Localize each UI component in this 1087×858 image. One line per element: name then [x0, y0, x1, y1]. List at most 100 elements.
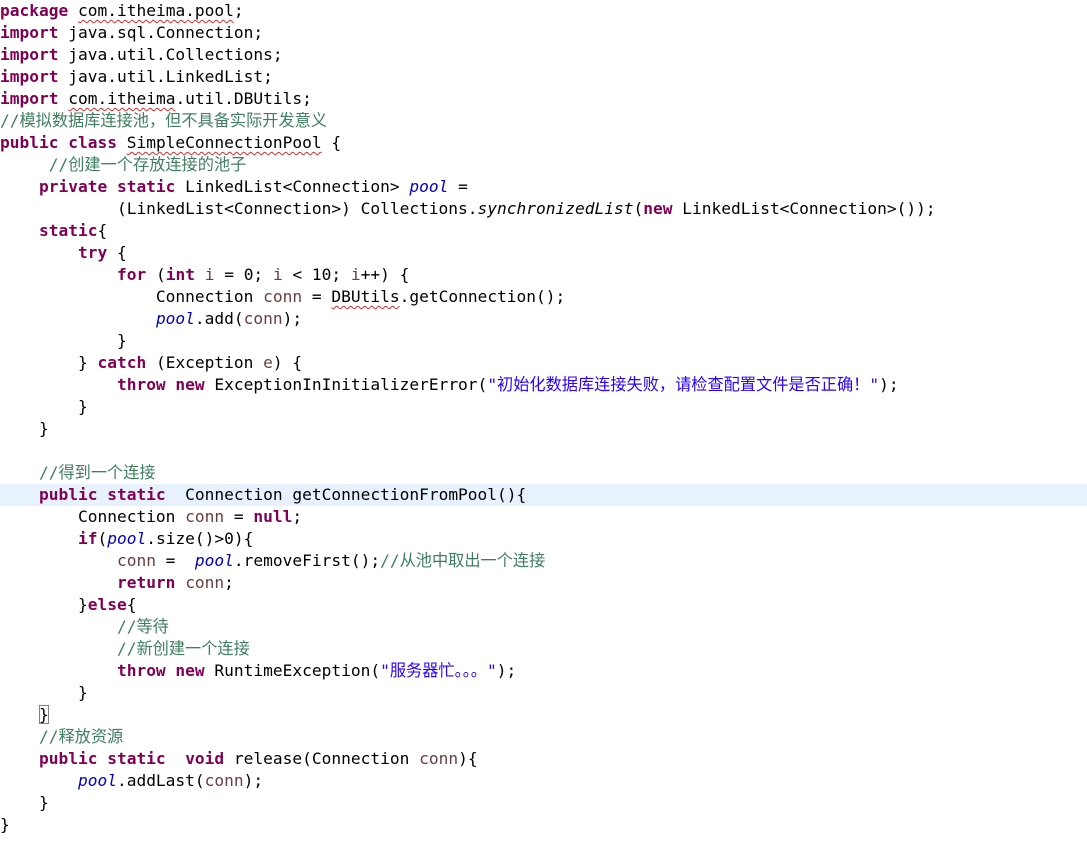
- code-line[interactable]: Connection conn = null;: [0, 506, 1087, 528]
- variable-token: conn: [204, 771, 244, 790]
- variable-token: conn: [419, 749, 459, 768]
- code-line[interactable]: }: [0, 792, 1087, 814]
- keyword-token: throw new: [116, 661, 205, 680]
- code-line[interactable]: //创建一个存放连接的池子: [0, 154, 1087, 176]
- code-text: ExceptionInInitializerError(: [204, 375, 488, 394]
- code-line[interactable]: } catch (Exception e) {: [0, 352, 1087, 374]
- field-token: pool: [77, 771, 117, 790]
- field-token: pool: [194, 551, 234, 570]
- code-text: < 10;: [282, 265, 351, 284]
- variable-token: conn: [116, 551, 156, 570]
- code-line[interactable]: //释放资源: [0, 726, 1087, 748]
- error-underlined-token: com.itheima.pool: [77, 1, 234, 20]
- code-text: }: [0, 397, 88, 416]
- code-line[interactable]: }: [0, 682, 1087, 704]
- code-text: Connection: [0, 287, 264, 306]
- code-line[interactable]: throw new ExceptionInInitializerError("初…: [0, 374, 1087, 396]
- code-text: {: [321, 133, 342, 152]
- code-line[interactable]: //等待: [0, 616, 1087, 638]
- code-line[interactable]: pool.addLast(conn);: [0, 770, 1087, 792]
- code-text: ;: [292, 507, 303, 526]
- code-line[interactable]: conn = pool.removeFirst();//从池中取出一个连接: [0, 550, 1087, 572]
- code-line[interactable]: }: [0, 814, 1087, 836]
- code-line[interactable]: import java.util.LinkedList;: [0, 66, 1087, 88]
- code-line[interactable]: static{: [0, 220, 1087, 242]
- keyword-token: void: [185, 749, 225, 768]
- code-line[interactable]: throw new RuntimeException("服务器忙。。。");: [0, 660, 1087, 682]
- code-text: ;: [233, 1, 244, 20]
- keyword-token: static: [38, 221, 98, 240]
- code-line[interactable]: }else{: [0, 594, 1087, 616]
- code-line[interactable]: //得到一个连接: [0, 462, 1087, 484]
- code-text: }: [0, 595, 88, 614]
- code-text: ){: [458, 749, 478, 768]
- variable-token: i: [350, 265, 361, 284]
- code-text: (: [97, 529, 108, 548]
- code-text: java.util.LinkedList;: [58, 67, 273, 86]
- code-line[interactable]: [0, 440, 1087, 462]
- code-line-current[interactable]: public static Connection getConnectionFr…: [0, 484, 1087, 506]
- code-line[interactable]: pool.add(conn);: [0, 308, 1087, 330]
- variable-token: i: [204, 265, 215, 284]
- keyword-token: import: [0, 23, 59, 42]
- code-line[interactable]: import java.sql.Connection;: [0, 22, 1087, 44]
- field-token: pool: [107, 529, 147, 548]
- code-text: java.sql.Connection;: [58, 23, 264, 42]
- code-text: Connection: [0, 507, 186, 526]
- code-text: (: [633, 199, 644, 218]
- code-line[interactable]: import com.itheima.util.DBUtils;: [0, 88, 1087, 110]
- variable-token: conn: [243, 309, 283, 328]
- keyword-token: if: [77, 529, 98, 548]
- comment-token: //创建一个存放连接的池子: [48, 155, 247, 174]
- code-text: =: [224, 507, 254, 526]
- code-line[interactable]: (LinkedList<Connection>) Collections.syn…: [0, 198, 1087, 220]
- code-text: {: [126, 595, 137, 614]
- code-text: ) {: [272, 353, 303, 372]
- code-line[interactable]: return conn;: [0, 572, 1087, 594]
- code-text: .addLast(: [116, 771, 205, 790]
- code-text: }: [0, 331, 127, 350]
- code-text: );: [282, 309, 303, 328]
- matched-bracket: }: [38, 705, 49, 724]
- code-line[interactable]: public class SimpleConnectionPool {: [0, 132, 1087, 154]
- keyword-token: new: [643, 199, 673, 218]
- keyword-token: try: [77, 243, 108, 262]
- code-editor[interactable]: package com.itheima.pool; import java.sql…: [0, 0, 1087, 858]
- code-line[interactable]: }: [0, 330, 1087, 352]
- code-line[interactable]: if(pool.size()>0){: [0, 528, 1087, 550]
- keyword-token: catch: [97, 353, 147, 372]
- code-line[interactable]: package com.itheima.pool;: [0, 0, 1087, 22]
- code-text: (LinkedList<Connection>) Collections.: [0, 199, 478, 218]
- code-text: );: [496, 661, 517, 680]
- keyword-token: int: [165, 265, 195, 284]
- code-line[interactable]: public static void release(Connection co…: [0, 748, 1087, 770]
- code-line[interactable]: import java.util.Collections;: [0, 44, 1087, 66]
- code-text: Connection getConnectionFromPool(){: [165, 485, 527, 504]
- code-line[interactable]: private static LinkedList<Connection> po…: [0, 176, 1087, 198]
- code-line[interactable]: for (int i = 0; i < 10; i++) {: [0, 264, 1087, 286]
- keyword-token: null: [253, 507, 293, 526]
- code-line[interactable]: //新创建一个连接: [0, 638, 1087, 660]
- code-line[interactable]: try {: [0, 242, 1087, 264]
- code-line[interactable]: //模拟数据库连接池，但不具备实际开发意义: [0, 110, 1087, 132]
- code-line[interactable]: }: [0, 704, 1087, 726]
- code-line[interactable]: }: [0, 418, 1087, 440]
- code-text: LinkedList<Connection>: [175, 177, 410, 196]
- code-line[interactable]: }: [0, 396, 1087, 418]
- variable-token: conn: [263, 287, 303, 306]
- code-text: }: [0, 353, 98, 372]
- code-line[interactable]: Connection conn = DBUtils.getConnection(…: [0, 286, 1087, 308]
- code-text: =: [302, 287, 332, 306]
- keyword-token: private static: [38, 177, 176, 196]
